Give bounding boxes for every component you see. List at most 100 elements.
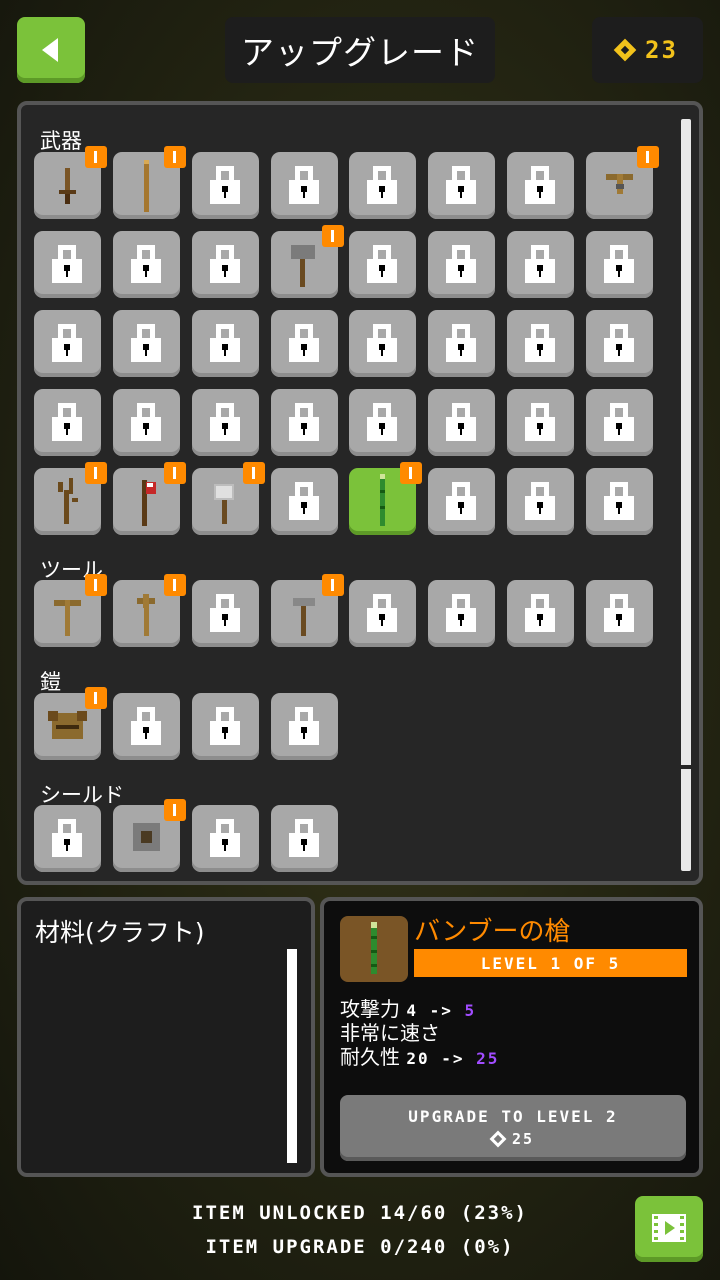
locked-item-slot[interactable]: [586, 580, 653, 647]
item-slot-leather-armor[interactable]: [34, 687, 107, 760]
locked-item-slot[interactable]: [113, 693, 180, 760]
item-slot-stone-hammer[interactable]: [271, 225, 344, 298]
locked-item-slot[interactable]: [349, 152, 416, 219]
locked-item-slot[interactable]: [34, 231, 101, 298]
lock-icon: [446, 166, 476, 204]
locked-item-slot[interactable]: [428, 468, 495, 535]
locked-item-slot[interactable]: [192, 152, 259, 219]
item-slot-wooden-staff[interactable]: [113, 146, 186, 219]
item-slot-wooden-shield[interactable]: [113, 799, 186, 872]
lock-icon: [289, 482, 319, 520]
lock-icon: [52, 403, 82, 441]
locked-item-slot[interactable]: [507, 580, 574, 647]
item-slot-short-sword[interactable]: [34, 146, 107, 219]
locked-item-slot[interactable]: [271, 310, 338, 377]
video-button[interactable]: [635, 1196, 703, 1262]
new-badge-icon: [164, 462, 186, 484]
upgrade-label: UPGRADE TO LEVEL 2: [408, 1107, 618, 1126]
locked-item-slot[interactable]: [507, 152, 574, 219]
locked-item-slot[interactable]: [113, 389, 180, 456]
lock-icon: [604, 482, 634, 520]
materials-panel: 材料(クラフト): [17, 897, 315, 1177]
item-slot-crossbow[interactable]: [586, 146, 659, 219]
locked-item-slot[interactable]: [586, 389, 653, 456]
lock-icon: [131, 324, 161, 362]
lock-icon: [525, 324, 555, 362]
lock-icon: [289, 324, 319, 362]
new-badge-icon: [85, 574, 107, 596]
lock-icon: [131, 403, 161, 441]
locked-item-slot[interactable]: [192, 805, 259, 872]
item-slot-stone-axe[interactable]: [192, 462, 265, 535]
lock-icon: [446, 482, 476, 520]
locked-item-slot[interactable]: [34, 389, 101, 456]
new-badge-icon: [322, 225, 344, 247]
locked-item-slot[interactable]: [271, 389, 338, 456]
locked-item-slot[interactable]: [192, 389, 259, 456]
item-slot-red-axe[interactable]: [113, 462, 186, 535]
locked-item-slot[interactable]: [271, 805, 338, 872]
lock-icon: [367, 324, 397, 362]
locked-item-slot[interactable]: [428, 231, 495, 298]
locked-item-slot[interactable]: [271, 693, 338, 760]
locked-item-slot[interactable]: [34, 310, 101, 377]
locked-item-slot[interactable]: [349, 310, 416, 377]
locked-item-slot[interactable]: [428, 310, 495, 377]
diamond-gem-icon: [613, 38, 637, 62]
lock-icon: [525, 482, 555, 520]
item-slot-branch-club[interactable]: [34, 462, 107, 535]
item-name: バンブーの槍: [414, 917, 571, 947]
back-button[interactable]: [17, 17, 85, 83]
locked-item-slot[interactable]: [349, 231, 416, 298]
items-unlocked-text: ITEM UNLOCKED 14/60 (23%): [192, 1202, 528, 1224]
diamond-gem-icon: [489, 1130, 507, 1148]
selected-item-thumbnail: [340, 916, 408, 982]
grid-scrollbar[interactable]: [681, 119, 691, 871]
locked-item-slot[interactable]: [507, 389, 574, 456]
item-grid-panel: 武器 ツール鎧シールド: [17, 101, 703, 885]
item-slot-wooden-pickaxe[interactable]: [34, 574, 107, 647]
lock-icon: [210, 403, 240, 441]
lock-icon: [604, 403, 634, 441]
locked-item-slot[interactable]: [428, 389, 495, 456]
lock-icon: [446, 324, 476, 362]
locked-item-slot[interactable]: [586, 310, 653, 377]
lock-icon: [367, 403, 397, 441]
locked-item-slot[interactable]: [113, 231, 180, 298]
lock-icon: [525, 594, 555, 632]
locked-item-slot[interactable]: [271, 152, 338, 219]
locked-item-slot[interactable]: [507, 231, 574, 298]
locked-item-slot[interactable]: [428, 152, 495, 219]
locked-item-slot[interactable]: [507, 468, 574, 535]
lock-icon: [210, 245, 240, 283]
page-title: アップグレード: [225, 17, 495, 83]
locked-item-slot[interactable]: [349, 389, 416, 456]
locked-item-slot[interactable]: [507, 310, 574, 377]
lock-icon: [446, 594, 476, 632]
gem-count: 23: [645, 36, 678, 64]
locked-item-slot[interactable]: [192, 693, 259, 760]
locked-item-slot[interactable]: [192, 310, 259, 377]
new-badge-icon: [164, 146, 186, 168]
locked-item-slot[interactable]: [192, 231, 259, 298]
level-bar: LEVEL 1 OF 5: [414, 949, 687, 977]
locked-item-slot[interactable]: [586, 468, 653, 535]
lock-icon: [52, 245, 82, 283]
category-label: 鎧: [40, 670, 61, 694]
item-slot-bamboo-spear[interactable]: [349, 462, 422, 535]
locked-item-slot[interactable]: [428, 580, 495, 647]
item-slot-wooden-shovel[interactable]: [113, 574, 186, 647]
lock-icon: [210, 819, 240, 857]
locked-item-slot[interactable]: [192, 580, 259, 647]
materials-scrollbar[interactable]: [287, 949, 297, 1163]
item-slot-stone-pick[interactable]: [271, 574, 344, 647]
locked-item-slot[interactable]: [34, 805, 101, 872]
upgrade-button[interactable]: UPGRADE TO LEVEL 2 25: [340, 1095, 686, 1161]
item-detail-panel: バンブーの槍 LEVEL 1 OF 5 攻撃力 4 -> 5 非常に速さ 耐久性…: [320, 897, 703, 1177]
gem-counter: 23: [592, 17, 703, 83]
locked-item-slot[interactable]: [271, 468, 338, 535]
locked-item-slot[interactable]: [349, 580, 416, 647]
lock-icon: [210, 707, 240, 745]
locked-item-slot[interactable]: [113, 310, 180, 377]
locked-item-slot[interactable]: [586, 231, 653, 298]
